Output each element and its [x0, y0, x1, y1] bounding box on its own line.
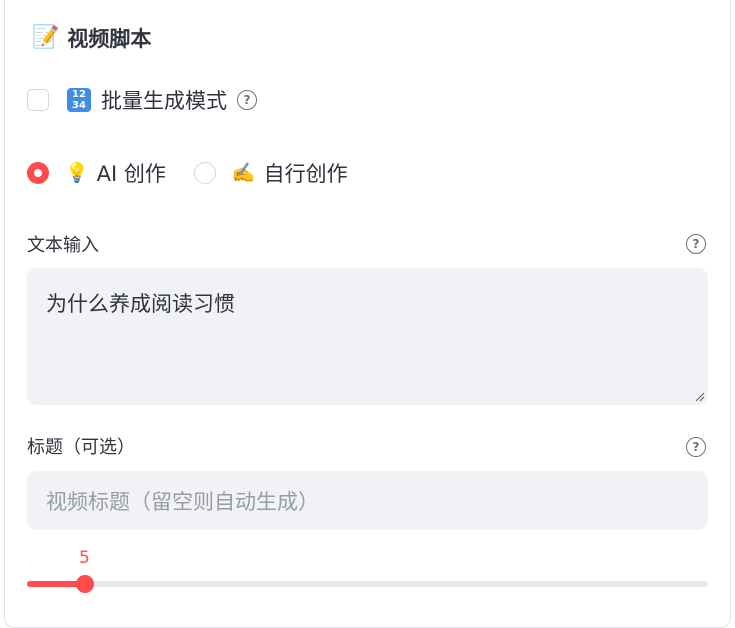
radio-option-manual[interactable]: ✍️ 自行创作	[193, 158, 348, 188]
text-input-value: 为什么养成阅读习惯	[46, 292, 235, 316]
text-input-label: 文本输入	[27, 235, 99, 256]
light-bulb-icon: 💡	[65, 161, 89, 184]
radio-label-ai[interactable]: AI 创作	[97, 158, 166, 188]
slider-value: 5	[79, 548, 90, 568]
batch-mode-checkbox[interactable]	[27, 89, 49, 111]
slider-thumb[interactable]	[75, 575, 94, 593]
section-title: 视频脚本	[67, 27, 152, 51]
radio-button-ai[interactable]	[27, 162, 49, 184]
script-source-radio-group: 💡 AI 创作 ✍️ 自行创作	[27, 158, 376, 188]
help-icon[interactable]: ?	[686, 437, 706, 457]
help-icon[interactable]: ?	[237, 90, 257, 110]
title-input[interactable]: 视频标题（留空则自动生成）	[27, 471, 708, 530]
title-input-placeholder: 视频标题（留空则自动生成）	[46, 489, 319, 514]
help-icon[interactable]: ?	[686, 234, 706, 254]
title-input-label: 标题（可选）	[27, 437, 135, 458]
writing-hand-icon: ✍️	[231, 161, 256, 184]
input-numbers-icon: 12 34	[67, 88, 91, 112]
text-input-area[interactable]: 为什么养成阅读习惯	[27, 268, 708, 405]
batch-mode-label[interactable]: 批量生成模式	[101, 85, 227, 115]
slider-track[interactable]	[27, 575, 708, 593]
radio-label-manual[interactable]: 自行创作	[264, 158, 348, 188]
radio-button-manual[interactable]	[193, 162, 216, 184]
resize-grip-icon[interactable]	[695, 392, 705, 402]
section-header: 📝 视频脚本	[32, 24, 151, 52]
memo-icon: 📝	[32, 25, 60, 50]
radio-option-ai[interactable]: 💡 AI 创作	[27, 158, 166, 188]
batch-mode-row[interactable]: 12 34 批量生成模式 ?	[27, 86, 257, 114]
